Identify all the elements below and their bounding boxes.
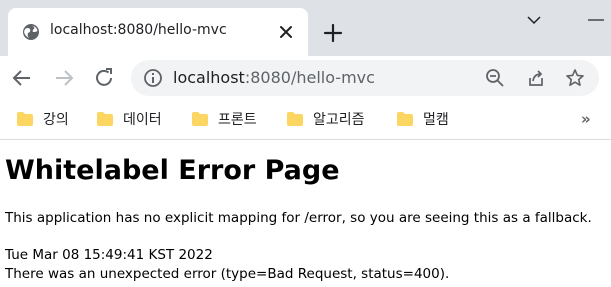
- page-content: Whitelabel Error Page This application h…: [0, 141, 611, 287]
- close-icon[interactable]: [278, 24, 294, 40]
- bookmark-folder[interactable]: 강의: [17, 108, 69, 130]
- bookmark-label: 데이터: [123, 112, 162, 128]
- chevron-down-icon[interactable]: [524, 10, 544, 30]
- url-path: :8080/hello-mvc: [244, 68, 375, 87]
- bookmark-label: 멀캠: [423, 112, 449, 128]
- back-arrow-icon[interactable]: [10, 66, 34, 90]
- new-tab-icon[interactable]: [322, 22, 344, 44]
- zoom-out-icon[interactable]: [485, 68, 505, 88]
- bookmark-label: 프론트: [218, 112, 257, 128]
- folder-icon: [397, 112, 413, 126]
- share-icon[interactable]: [526, 68, 546, 88]
- bookmark-folder[interactable]: 프론트: [192, 108, 257, 130]
- address-url[interactable]: localhost:8080/hello-mvc: [173, 68, 375, 87]
- bookmark-label: 강의: [43, 112, 69, 128]
- error-timestamp: Tue Mar 08 15:49:41 KST 2022: [5, 247, 213, 263]
- tab-title: localhost:8080/hello-mvc: [50, 22, 227, 38]
- browser-toolbar: localhost:8080/hello-mvc: [0, 56, 611, 100]
- error-detail: There was an unexpected error (type=Bad …: [5, 266, 450, 282]
- tab-strip: localhost:8080/hello-mvc: [0, 0, 611, 56]
- bookmark-folder[interactable]: 멀캠: [397, 108, 449, 130]
- globe-icon: [23, 24, 39, 40]
- bookmark-folder[interactable]: 알고리즘: [287, 108, 365, 130]
- folder-icon: [97, 112, 113, 126]
- bookmark-label: 알고리즘: [313, 112, 365, 128]
- folder-icon: [192, 112, 208, 126]
- more-bookmarks-chevron[interactable]: »: [581, 110, 591, 128]
- info-icon[interactable]: [143, 68, 163, 88]
- bookmark-folder[interactable]: 데이터: [97, 108, 162, 130]
- url-host: localhost: [173, 68, 245, 87]
- folder-icon: [17, 112, 33, 126]
- folder-icon: [287, 112, 303, 126]
- forward-arrow-icon[interactable]: [52, 66, 76, 90]
- bookmarks-bar: 강의 데이터 프론트 알고리즘 멀캠 »: [0, 100, 611, 140]
- error-description: This application has no explicit mapping…: [5, 210, 592, 226]
- star-icon[interactable]: [565, 68, 585, 88]
- address-bar[interactable]: localhost:8080/hello-mvc: [131, 60, 599, 96]
- page-title: Whitelabel Error Page: [5, 155, 340, 186]
- reload-icon[interactable]: [92, 66, 116, 90]
- browser-tab[interactable]: localhost:8080/hello-mvc: [8, 8, 308, 56]
- minimize-icon[interactable]: [586, 10, 606, 30]
